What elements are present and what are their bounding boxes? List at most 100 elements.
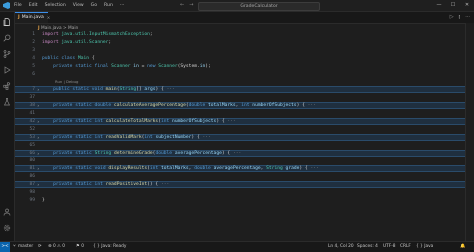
code-token: Scanner [158, 63, 178, 69]
code-token: calculateAveragePercentage [113, 103, 186, 109]
command-center-search[interactable]: GradeCalculator [198, 2, 320, 11]
extensions-icon[interactable] [3, 82, 11, 90]
line-number: 37 [29, 95, 35, 101]
title-bar: File Edit Selection View Go Run ··· ← → … [0, 0, 474, 12]
code-text: private static int calculateTotalMarks(i… [42, 118, 236, 125]
source-control-icon[interactable] [3, 50, 11, 58]
code-token: ··· [227, 118, 236, 124]
back-arrow-icon[interactable]: ← [180, 0, 184, 11]
code-line[interactable]: 5 private static final Scanner in = new … [15, 63, 474, 70]
line-number: 80 [29, 158, 35, 164]
menu-run[interactable]: Run [104, 0, 113, 11]
menu-selection[interactable]: Selection [45, 0, 66, 11]
code-token: ; [149, 32, 156, 37]
test-icon[interactable] [3, 98, 11, 106]
settings-gear-icon[interactable] [3, 224, 11, 232]
more-actions-icon[interactable]: ··· [465, 12, 470, 23]
code-line[interactable]: 87 › private static int readPositiveInt()… [15, 181, 474, 188]
editor-actions: ▷ ⫾ ··· [450, 12, 470, 23]
split-editor-icon[interactable]: ⫾ [459, 12, 461, 23]
menu-file[interactable]: File [14, 0, 22, 11]
code-line[interactable]: 7 › public static void main(String[] args… [15, 86, 474, 93]
line-number: 38 [29, 103, 35, 109]
line-number: 42 [29, 118, 35, 124]
forward-arrow-icon[interactable]: → [189, 0, 193, 11]
code-token: args [144, 87, 156, 93]
accounts-icon[interactable] [3, 208, 11, 216]
menu-more[interactable]: ··· [120, 0, 124, 11]
code-line[interactable]: 41 [15, 110, 474, 117]
code-line[interactable]: 65 [15, 142, 474, 149]
code-line[interactable]: 80 [15, 157, 474, 164]
codelens-run-debug[interactable]: Run | Debug [15, 78, 474, 85]
code-line[interactable]: 53 › private static int readValidMark(int… [15, 134, 474, 141]
maximize-button[interactable]: ☐ [446, 0, 460, 11]
code-token: private static double [42, 103, 114, 109]
code-token: subjectNumber [155, 134, 192, 140]
run-icon[interactable]: ▷ [450, 12, 454, 23]
code-token: String [266, 166, 286, 172]
close-window-button[interactable]: ✕ [460, 0, 474, 11]
tab-label: Main.java [21, 15, 44, 20]
minimize-button[interactable]: — [432, 0, 446, 11]
code-token: ··· [310, 166, 319, 172]
code-line[interactable]: 99} [15, 197, 474, 204]
menu-view[interactable]: View [73, 0, 84, 11]
code-token: calculateTotalMarks [105, 118, 159, 124]
code-line[interactable]: 66 › private static String determineGrade… [15, 150, 474, 157]
code-token: numberOfSubjects [172, 118, 217, 124]
code-token: int [149, 166, 161, 172]
fold-chevron-icon[interactable]: › [37, 86, 39, 93]
fold-chevron-icon[interactable]: › [37, 165, 39, 172]
close-icon[interactable]: × [47, 13, 51, 23]
run-debug-icon[interactable] [3, 66, 11, 74]
code-token: private static final [42, 63, 112, 69]
code-line[interactable]: 38 › private static double calculateAvera… [15, 102, 474, 109]
menu-edit[interactable]: Edit [29, 0, 38, 11]
code-token: Main [77, 55, 92, 61]
code-token: import [42, 39, 62, 45]
code-line[interactable]: 6 [15, 71, 474, 78]
code-token: readValidMark [105, 134, 142, 140]
code-token: ··· [160, 182, 170, 188]
code-line[interactable]: 37 [15, 94, 474, 101]
code-token: ) { [296, 103, 308, 109]
code-token: main [105, 87, 117, 93]
line-number: 65 [29, 142, 35, 148]
code-token: ) { [191, 134, 203, 140]
files-icon[interactable] [3, 18, 11, 26]
code-text: private static int readPositiveInt() { ·… [42, 181, 169, 188]
codelens-label[interactable]: Run | Debug [55, 78, 78, 85]
code-editor[interactable]: 1 import java.util.InputMismatchException… [15, 31, 474, 241]
fold-chevron-icon[interactable]: › [37, 181, 39, 188]
code-line[interactable]: 81 › private static void displayResults(i… [15, 165, 474, 172]
status-bar: >< ⑂ master ⟳ ⊗ 0 ⚠ 0 ⚑ 0 { } Java: Read… [0, 241, 474, 252]
code-token: private static int [42, 118, 106, 124]
code-text: import java.util.InputMismatchException; [42, 31, 155, 38]
code-token: ) { [216, 118, 228, 124]
code-line[interactable]: 86 [15, 173, 474, 180]
code-token: ··· [202, 134, 211, 140]
fold-chevron-icon[interactable]: › [37, 102, 39, 109]
fold-chevron-icon[interactable]: › [37, 118, 39, 125]
line-number: 7 [32, 87, 35, 93]
code-line[interactable]: 1 import java.util.InputMismatchException… [15, 31, 474, 38]
search-icon[interactable] [3, 34, 11, 42]
code-token: String [119, 87, 137, 93]
fold-chevron-icon[interactable]: › [37, 150, 39, 157]
code-token: int [144, 134, 156, 140]
code-text: public static void main(String[] args) {… [42, 86, 175, 93]
fold-chevron-icon[interactable]: › [37, 134, 39, 141]
code-line[interactable]: 98 [15, 189, 474, 196]
tab-main-java[interactable]: J Main.java × [15, 12, 51, 23]
code-token: ) { [299, 166, 311, 172]
line-number: 6 [32, 71, 35, 77]
code-line[interactable]: 3 [15, 47, 474, 54]
code-line[interactable]: 4 public class Main { [15, 55, 474, 62]
code-line[interactable]: 2 import java.util.Scanner; [15, 39, 474, 46]
code-token: double [194, 166, 214, 172]
code-line[interactable]: 42 › private static int calculateTotalMar… [15, 118, 474, 125]
menu-go[interactable]: Go [91, 0, 97, 11]
overview-ruler[interactable] [465, 23, 474, 241]
code-line[interactable]: 52 [15, 126, 474, 133]
